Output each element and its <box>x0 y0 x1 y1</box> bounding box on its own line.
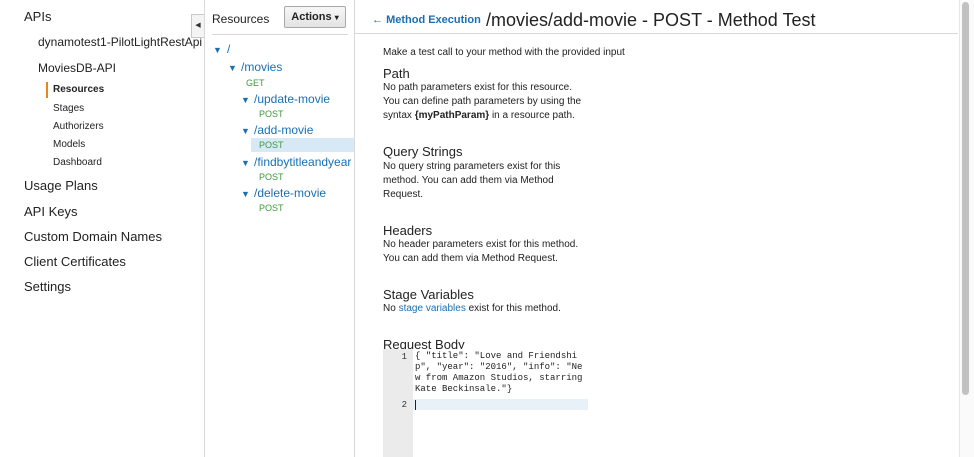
nav-sub-authorizers[interactable]: Authorizers <box>53 121 104 132</box>
header-divider <box>355 33 958 34</box>
tree-update-movie[interactable]: /update-movie <box>254 92 330 106</box>
left-nav: APIs dynamotest1-PilotLightRestApi Movie… <box>0 0 204 457</box>
stage-text-pre: No <box>383 303 396 314</box>
stage-section-text: No stage variables exist for this method… <box>383 302 561 316</box>
tree-findbytitleandyear[interactable]: /findbytitleandyear <box>254 155 351 169</box>
nav-sub-stages[interactable]: Stages <box>53 103 84 114</box>
path-line-3: syntax {myPathParam} in a resource path. <box>383 109 581 123</box>
headers-section-text: No header parameters exist for this meth… <box>383 238 578 266</box>
tree-root[interactable]: / <box>227 42 230 56</box>
nav-api-moviesdb[interactable]: MoviesDB-API <box>38 61 116 75</box>
code-line-1[interactable]: { "title": "Love and Friendship", "year"… <box>415 351 587 395</box>
query-line-1: No query string parameters exist for thi… <box>383 161 561 172</box>
actions-dropdown-button[interactable]: Actions ▾ <box>284 6 346 28</box>
resources-header: Resources <box>212 12 270 26</box>
tree-findbytitleandyear-post[interactable]: POST <box>259 172 284 182</box>
expand-caret-icon[interactable]: ▼ <box>241 126 250 136</box>
expand-caret-icon[interactable]: ▼ <box>241 189 250 199</box>
expand-caret-icon[interactable]: ▼ <box>228 63 237 73</box>
tree-add-movie-post[interactable]: POST <box>259 140 284 150</box>
tree-update-movie-post[interactable]: POST <box>259 109 284 119</box>
caret-down-icon: ▾ <box>334 13 339 22</box>
expand-caret-icon[interactable]: ▼ <box>241 158 250 168</box>
query-section-text: No query string parameters exist for thi… <box>383 160 560 202</box>
nav-sub-dashboard[interactable]: Dashboard <box>53 157 102 168</box>
resources-separator <box>212 34 348 35</box>
tree-movies[interactable]: /movies <box>241 60 282 74</box>
nav-api-keys[interactable]: API Keys <box>24 204 77 219</box>
editor-code[interactable]: { "title": "Love and Friendship", "year"… <box>415 351 587 395</box>
line-number: 1 <box>401 352 407 362</box>
page-title: /movies/add-movie - POST - Method Test <box>486 10 816 30</box>
tree-delete-movie[interactable]: /delete-movie <box>254 186 326 200</box>
active-line-highlight <box>413 399 588 410</box>
active-indicator <box>46 82 48 98</box>
intro-text: Make a test call to your method with the… <box>383 47 625 58</box>
chevron-left-icon: ◀ <box>195 22 201 29</box>
path-param-syntax: {myPathParam} <box>414 110 490 121</box>
nav-apis[interactable]: APIs <box>24 9 51 24</box>
actions-label: Actions <box>291 11 332 23</box>
tree-movies-get[interactable]: GET <box>246 78 265 88</box>
headers-section-title: Headers <box>383 223 433 238</box>
path-line-3-post: in a resource path. <box>491 110 575 121</box>
tree-add-movie[interactable]: /add-movie <box>254 123 313 137</box>
editor-gutter: 1 2 <box>383 349 413 457</box>
text-cursor <box>415 400 416 410</box>
nav-client-certificates[interactable]: Client Certificates <box>24 254 126 269</box>
path-line-2: You can define path parameters by using … <box>383 96 582 107</box>
nav-settings[interactable]: Settings <box>24 279 71 294</box>
path-line-3-pre: syntax <box>383 110 412 121</box>
method-execution-link[interactable]: ← Method Execution <box>372 14 481 26</box>
headers-line-2: You can add them via Method Request. <box>383 253 558 264</box>
stage-text-post: exist for this method. <box>468 303 561 314</box>
headers-line-1: No header parameters exist for this meth… <box>383 239 579 250</box>
request-body-editor[interactable]: 1 2 { "title": "Love and Friendship", "y… <box>383 349 588 457</box>
query-line-2: method. You can add them via Method <box>383 175 554 186</box>
stage-section-title: Stage Variables <box>383 287 474 302</box>
tree-delete-movie-post[interactable]: POST <box>259 203 284 213</box>
nav-sub-resources[interactable]: Resources <box>53 84 104 95</box>
arrow-left-icon: ← <box>372 14 383 26</box>
nav-sub-models[interactable]: Models <box>53 139 85 150</box>
collapse-nav-button[interactable]: ◀ <box>191 14 204 38</box>
expand-caret-icon[interactable]: ▼ <box>241 95 250 105</box>
tree-divider <box>354 0 355 457</box>
method-execution-label: Method Execution <box>386 14 481 26</box>
path-section-text: No path parameters exist for this resour… <box>383 81 581 123</box>
query-line-3: Request. <box>383 189 424 200</box>
nav-custom-domain-names[interactable]: Custom Domain Names <box>24 229 162 244</box>
line-number: 2 <box>401 400 407 410</box>
nav-usage-plans[interactable]: Usage Plans <box>24 178 98 193</box>
query-section-title: Query Strings <box>383 144 463 159</box>
path-line-1: No path parameters exist for this resour… <box>383 82 572 93</box>
page-scrollbar-thumb[interactable] <box>962 2 969 395</box>
nav-divider <box>204 0 205 457</box>
expand-caret-icon[interactable]: ▼ <box>213 45 222 55</box>
stage-variables-link[interactable]: stage variables <box>399 303 466 314</box>
path-section-title: Path <box>383 66 410 81</box>
nav-api-dynamotest[interactable]: dynamotest1-PilotLightRestApi <box>38 35 202 49</box>
